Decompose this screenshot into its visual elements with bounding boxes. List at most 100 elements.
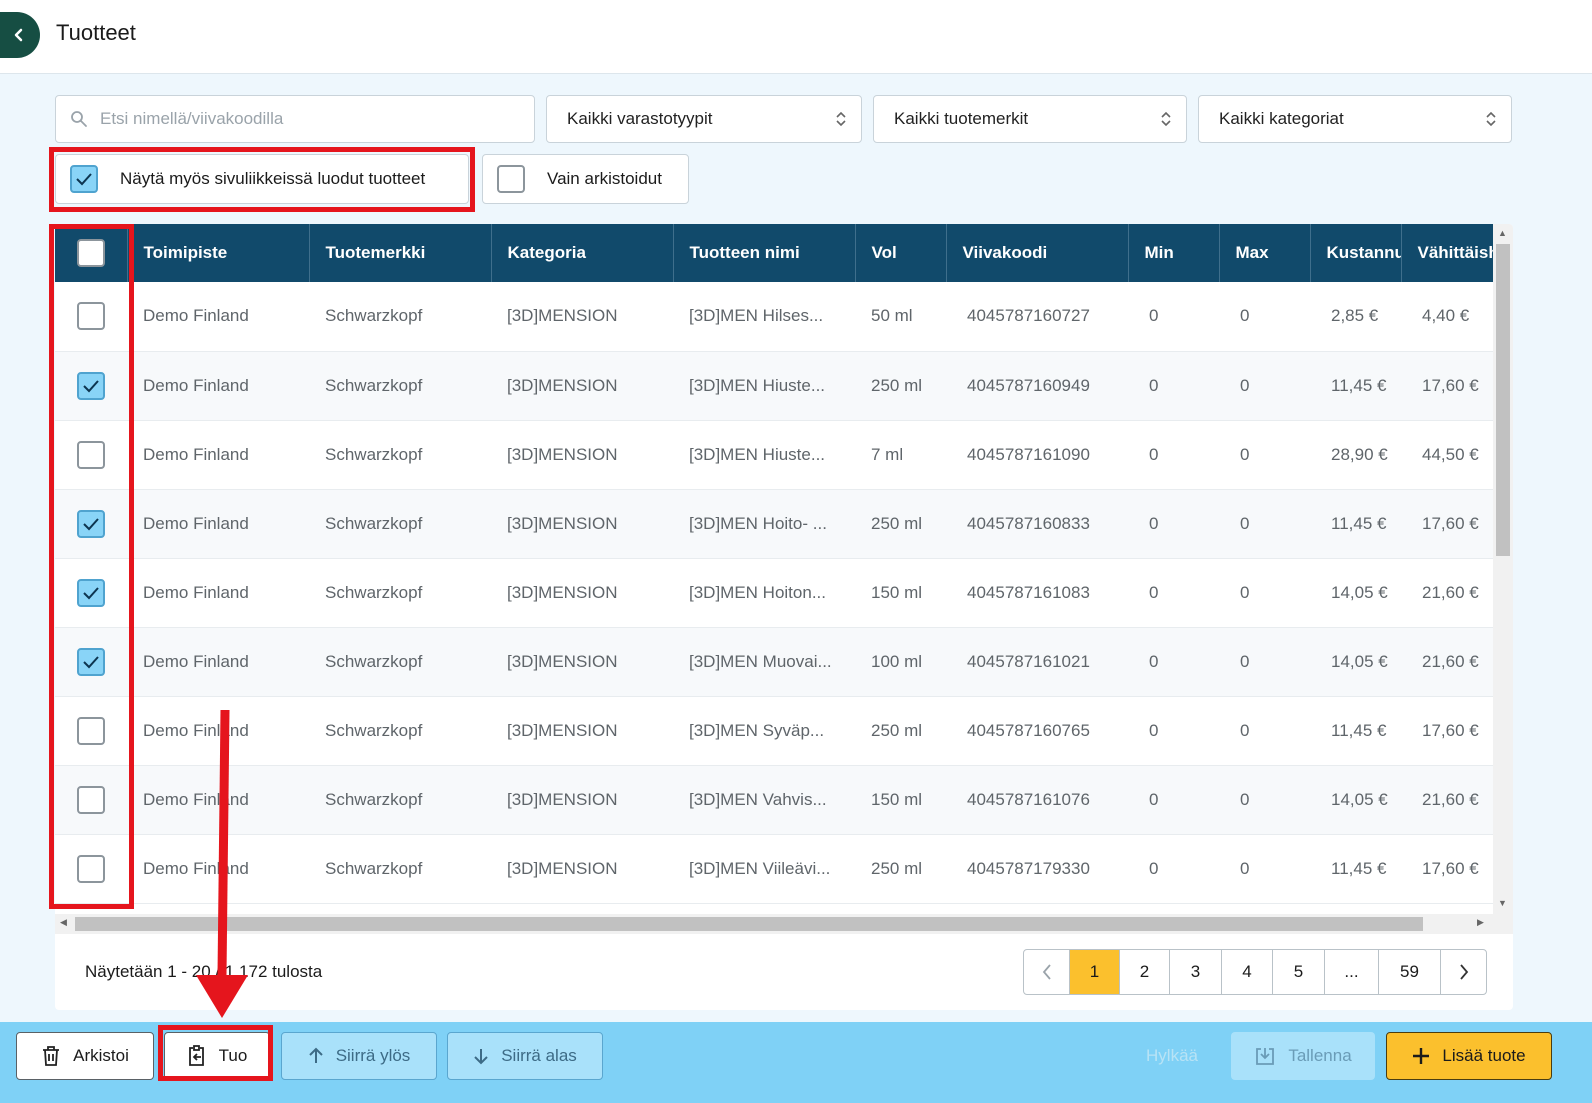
cell-min: 0 <box>1149 306 1159 326</box>
brand-value: Kaikki tuotemerkit <box>894 109 1029 128</box>
cell-min: 0 <box>1149 651 1159 671</box>
row-checkbox[interactable] <box>77 578 105 607</box>
row-select-cell <box>55 282 127 351</box>
cell-retail-price: 17,60 € <box>1422 720 1479 740</box>
table-row[interactable]: Demo Finland Schwarzkopf [3D]MENSION [3D]ME… <box>55 558 1493 627</box>
cell-product-name: [3D]MEN Syväp... <box>689 720 825 740</box>
column-header[interactable]: Vol <box>855 224 947 282</box>
show-sidebusiness-checkbox[interactable] <box>70 165 98 193</box>
row-select-cell <box>55 627 127 696</box>
show-sidebusiness-toggle[interactable]: Näytä myös sivuliikkeissä luodut tuottee… <box>55 154 469 204</box>
search-input[interactable]: Etsi nimellä/viivakoodilla <box>55 95 535 143</box>
page-button[interactable]: 1 <box>1070 950 1120 994</box>
cell-max: 0 <box>1240 720 1250 740</box>
chevron-right-icon <box>1459 964 1468 980</box>
row-select-cell <box>55 489 127 558</box>
table-row[interactable]: Demo Finland Schwarzkopf [3D]MENSION [3D]ME… <box>55 489 1493 558</box>
cell-min: 0 <box>1149 858 1159 878</box>
horizontal-scroll-thumb[interactable] <box>75 917 1423 931</box>
cell-retail-price: 21,60 € <box>1422 582 1479 602</box>
column-header[interactable]: Vähittäishinta <box>1401 224 1493 282</box>
prev-page-button[interactable] <box>1024 950 1070 994</box>
cell-barcode: 4045787179330 <box>967 858 1090 878</box>
scroll-down-icon[interactable]: ▼ <box>1498 898 1507 908</box>
row-checkbox[interactable] <box>77 371 105 400</box>
row-checkbox[interactable] <box>77 854 105 883</box>
back-button[interactable] <box>0 12 40 58</box>
add-product-button[interactable]: Lisää tuote <box>1386 1032 1552 1080</box>
cell-category: [3D]MENSION <box>507 720 618 740</box>
select-all-checkbox[interactable] <box>77 239 105 267</box>
column-header[interactable]: Tuotemerkki <box>309 224 492 282</box>
cell-retail-price: 17,60 € <box>1422 375 1479 395</box>
reject-button[interactable]: Hylkää <box>1130 1032 1214 1080</box>
archived-only-toggle[interactable]: Vain arkistoidut <box>482 154 689 204</box>
horizontal-scrollbar[interactable]: ◀ ▶ <box>55 914 1513 934</box>
table-row[interactable]: Demo Finland Schwarzkopf [3D]MENSION [3D]ME… <box>55 696 1493 765</box>
table-row[interactable]: Demo Finland Schwarzkopf [3D]MENSION [3D]ME… <box>55 765 1493 834</box>
select-all-cell <box>55 224 128 282</box>
column-header[interactable]: Viivakoodi <box>946 224 1129 282</box>
cell-min: 0 <box>1149 789 1159 809</box>
cell-barcode: 4045787161076 <box>967 789 1090 809</box>
products-table: Toimipiste Tuotemerkki Kategoria Tuottee… <box>55 224 1493 904</box>
cell-brand: Schwarzkopf <box>325 651 423 671</box>
page-button[interactable]: 59 <box>1379 950 1441 994</box>
archived-only-checkbox[interactable] <box>497 165 525 193</box>
table-row[interactable]: Demo Finland Schwarzkopf [3D]MENSION [3D]ME… <box>55 351 1493 420</box>
scroll-left-icon[interactable]: ◀ <box>60 917 67 928</box>
cell-barcode: 4045787161090 <box>967 444 1090 464</box>
cell-max: 0 <box>1240 306 1250 326</box>
category-select[interactable]: Kaikki kategoriat <box>1198 95 1512 143</box>
cell-brand: Schwarzkopf <box>325 375 423 395</box>
page-button[interactable]: 3 <box>1170 950 1222 994</box>
import-button[interactable]: Tuo <box>164 1032 270 1080</box>
table-row[interactable]: Demo Finland Schwarzkopf [3D]MENSION [3D]ME… <box>55 420 1493 489</box>
row-checkbox[interactable] <box>77 302 105 331</box>
column-header[interactable]: Tuotteen nimi <box>673 224 856 282</box>
row-checkbox[interactable] <box>77 440 105 469</box>
checkmark-icon <box>83 379 99 392</box>
cell-cost: 14,05 € <box>1331 651 1388 671</box>
row-checkbox[interactable] <box>77 647 105 676</box>
save-button[interactable]: Tallenna <box>1231 1032 1375 1080</box>
move-up-button[interactable]: Siirrä ylös <box>281 1032 437 1080</box>
table-row[interactable]: Demo Finland Schwarzkopf [3D]MENSION [3D]ME… <box>55 282 1493 351</box>
results-summary: Näytetään 1 - 20 / 1 172 tulosta <box>85 962 323 981</box>
pagination: 1 2 3 4 5 ... 59 <box>1023 949 1487 995</box>
plus-icon <box>1412 1047 1430 1065</box>
move-down-button[interactable]: Siirrä alas <box>447 1032 603 1080</box>
cell-min: 0 <box>1149 513 1159 533</box>
vertical-scrollbar[interactable]: ▲ ▼ <box>1493 224 1513 914</box>
cell-min: 0 <box>1149 375 1159 395</box>
vertical-scroll-thumb[interactable] <box>1496 244 1510 556</box>
brand-select[interactable]: Kaikki tuotemerkit <box>873 95 1187 143</box>
column-header[interactable]: Kategoria <box>491 224 674 282</box>
sort-updown-icon <box>1486 111 1496 127</box>
page-button[interactable]: 4 <box>1222 950 1273 994</box>
cell-volume: 150 ml <box>871 582 923 602</box>
storage-type-select[interactable]: Kaikki varastotyypit <box>546 95 862 143</box>
column-header[interactable]: Kustannus <box>1310 224 1402 282</box>
scroll-up-icon[interactable]: ▲ <box>1498 228 1507 238</box>
archived-only-label: Vain arkistoidut <box>547 169 662 188</box>
column-header[interactable]: Toimipiste <box>127 224 310 282</box>
page-button[interactable]: 5 <box>1273 950 1325 994</box>
cell-location: Demo Finland <box>143 582 249 602</box>
row-checkbox[interactable] <box>77 716 105 745</box>
archive-button[interactable]: Arkistoi <box>16 1032 154 1080</box>
scroll-right-icon[interactable]: ▶ <box>1477 917 1484 928</box>
column-header[interactable]: Max <box>1219 224 1311 282</box>
table-row[interactable]: Demo Finland Schwarzkopf [3D]MENSION [3D]ME… <box>55 627 1493 696</box>
table-row[interactable]: Demo Finland Schwarzkopf [3D]MENSION [3D]ME… <box>55 834 1493 903</box>
cell-retail-price: 17,60 € <box>1422 858 1479 878</box>
cell-product-name: [3D]MEN Hiuste... <box>689 375 826 395</box>
row-checkbox[interactable] <box>77 509 105 538</box>
next-page-button[interactable] <box>1441 950 1486 994</box>
column-header[interactable]: Min <box>1128 224 1220 282</box>
cell-category: [3D]MENSION <box>507 375 618 395</box>
products-table-wrap: Toimipiste Tuotemerkki Kategoria Tuottee… <box>55 224 1493 914</box>
sort-updown-icon <box>836 111 846 127</box>
page-button[interactable]: 2 <box>1120 950 1170 994</box>
row-checkbox[interactable] <box>77 785 105 814</box>
